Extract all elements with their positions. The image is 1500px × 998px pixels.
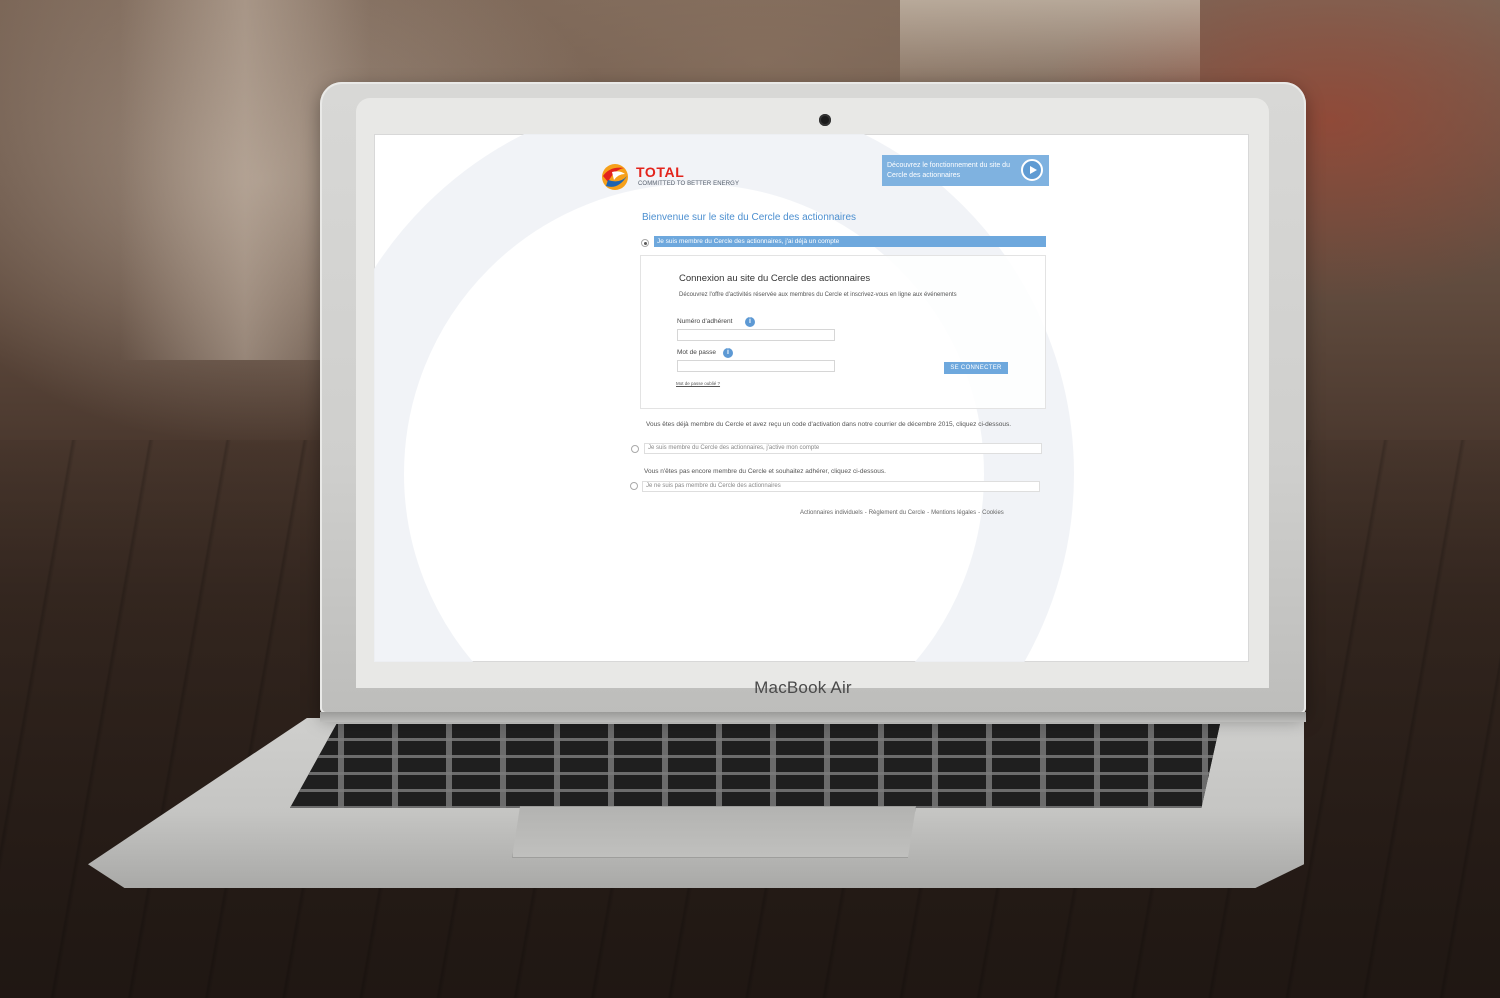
radio-member[interactable]	[641, 239, 649, 247]
footer-link-individual-shareholders[interactable]: Actionnaires individuels	[800, 510, 863, 516]
total-logo-icon	[602, 164, 628, 190]
footer-link-rules[interactable]: Règlement du Cercle	[869, 510, 925, 516]
member-number-info-icon[interactable]: i	[745, 317, 755, 327]
radio-not-member[interactable]	[630, 482, 638, 490]
login-description: Découvrez l'offre d'activités réservée a…	[679, 292, 957, 298]
video-banner-text: Découvrez le fonctionnement du site du C…	[887, 162, 1010, 179]
laptop-brand-label: MacBook Air	[754, 678, 852, 697]
footer-link-cookies[interactable]: Cookies	[982, 510, 1004, 516]
logo-tagline: COMMITTED TO BETTER ENERGY	[638, 181, 740, 187]
login-panel: Connexion au site du Cercle des actionna…	[640, 255, 1046, 409]
password-input[interactable]	[677, 360, 835, 372]
footer-link-legal[interactable]: Mentions légales	[931, 510, 976, 516]
member-number-label: Numéro d'adhérent	[677, 318, 733, 325]
radio-activate[interactable]	[631, 445, 639, 453]
browser-screen: TOTAL COMMITTED TO BETTER ENERGY Découvr…	[374, 134, 1249, 662]
login-title: Connexion au site du Cercle des actionna…	[679, 273, 871, 284]
video-tour-banner[interactable]: Découvrez le fonctionnement du site du C…	[882, 155, 1049, 186]
laptop-hinge	[320, 712, 1306, 722]
laptop-trackpad	[512, 806, 916, 858]
total-logo[interactable]: TOTAL COMMITTED TO BETTER ENERGY	[600, 160, 740, 196]
page-title: Bienvenue sur le site du Cercle des acti…	[642, 212, 857, 223]
option-activate-field[interactable]: Je suis membre du Cercle des actionnaire…	[644, 443, 1042, 454]
activation-intro: Vous êtes déjà membre du Cercle et avez …	[646, 421, 1012, 428]
member-number-input[interactable]	[677, 329, 835, 341]
option-not-member-field[interactable]: Je ne suis pas membre du Cercle des acti…	[642, 481, 1040, 492]
forgot-password-link[interactable]: Mot de passe oublié ?	[676, 381, 720, 386]
footer-links: Actionnaires individuels - Règlement du Ce…	[800, 510, 1004, 516]
connect-button[interactable]: SE CONNECTER	[944, 362, 1008, 374]
logo-wordmark: TOTAL	[636, 164, 685, 180]
webcam-icon	[819, 114, 831, 126]
play-icon[interactable]	[1021, 159, 1043, 181]
password-label: Mot de passe	[677, 349, 717, 356]
not-member-intro: Vous n'êtes pas encore membre du Cercle …	[644, 468, 886, 475]
password-info-icon[interactable]: i	[723, 348, 733, 358]
option-member-bar[interactable]: Je suis membre du Cercle des actionnaire…	[654, 236, 1046, 247]
keyboard-rows	[290, 724, 1220, 808]
